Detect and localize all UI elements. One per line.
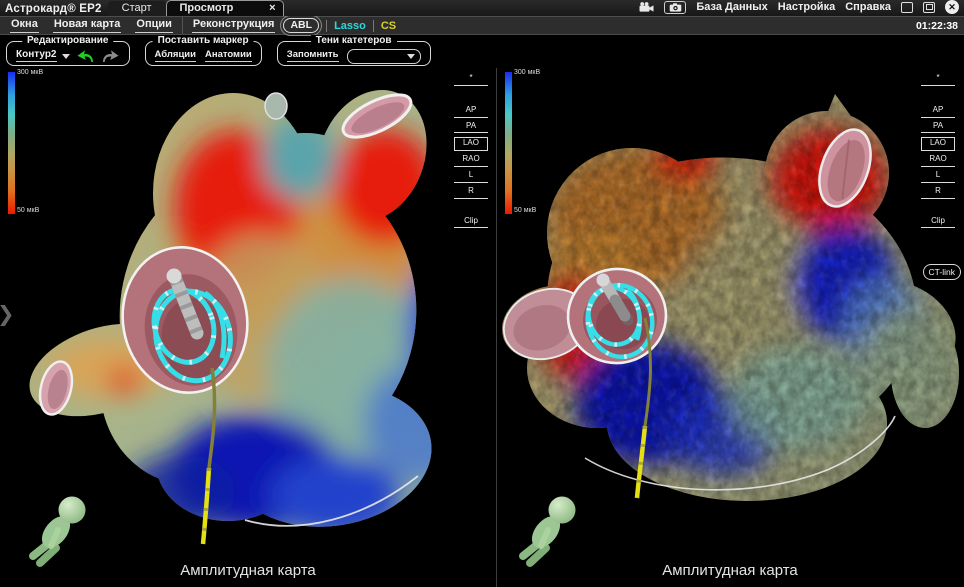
view-button-l[interactable]: L [454, 171, 488, 183]
view-button-lao[interactable]: LAO [921, 137, 955, 151]
view-button-reset[interactable]: * [454, 74, 488, 86]
separator [326, 20, 327, 32]
video-camera-icon[interactable] [639, 2, 654, 12]
orientation-figure [33, 497, 86, 564]
menubar: Окна Новая карта Опции Реконструкция ABL… [0, 16, 964, 35]
view-button-reset[interactable]: * [921, 74, 955, 86]
view-button-pa[interactable]: PA [454, 122, 488, 134]
cs-catheter-label[interactable]: CS [381, 20, 396, 32]
contour-select[interactable]: Контур2 [16, 50, 57, 62]
group-place-marker-title: Поставить маркер [153, 35, 254, 46]
view-button-pa[interactable]: PA [921, 122, 955, 134]
separator [182, 17, 183, 34]
ct-link-button[interactable]: CT-link [923, 264, 961, 280]
undo-icon[interactable] [76, 49, 95, 63]
toolbar: Редактирование Контур2 Поставить маркер … [0, 35, 964, 68]
group-editing: Редактирование Контур2 [6, 41, 130, 66]
close-button[interactable]: ✕ [945, 0, 959, 14]
group-editing-title: Редактирование [22, 35, 113, 46]
menu-database[interactable]: База Данных [696, 1, 767, 13]
lasso-catheter-label[interactable]: Lasso [334, 20, 366, 32]
menu-help[interactable]: Справка [845, 1, 891, 13]
map-area: 300 мкВ 50 мкВ ❯ * AP PA LAO RAO L R Cli… [0, 68, 964, 587]
viewport-right[interactable]: 300 мкВ 50 мкВ * AP PA LAO RAO L R Clip … [497, 68, 963, 587]
view-button-clip[interactable]: Clip [454, 217, 488, 229]
view-button-r[interactable]: R [921, 187, 955, 199]
group-catheter-shadows: Тени катетеров Запомнить [277, 41, 431, 66]
shadow-select[interactable] [347, 49, 421, 64]
tab-view[interactable]: Просмотр × [166, 0, 284, 16]
redo-icon[interactable] [101, 49, 120, 63]
abl-catheter-button[interactable]: ABL [283, 18, 319, 33]
session-clock: 01:22:38 [916, 20, 958, 32]
app-window: Астрокард® EP2 Старт Просмотр × База Дан [0, 0, 964, 587]
scale-max-label: 300 мкВ [514, 69, 540, 76]
maximize-button[interactable] [923, 2, 935, 13]
map-caption-right: Амплитудная карта [497, 562, 963, 579]
map-caption-left: Амплитудная карта [0, 562, 496, 579]
view-button-lao[interactable]: LAO [454, 137, 488, 151]
left-heart-model [0, 68, 496, 587]
view-button-r[interactable]: R [454, 187, 488, 199]
chevron-down-icon[interactable] [62, 54, 70, 59]
group-place-marker: Поставить маркер Абляции Анатомии [145, 41, 262, 66]
titlebar: Астрокард® EP2 Старт Просмотр × База Дан [0, 0, 964, 16]
view-buttons-left: * AP PA LAO RAO L R Clip [451, 74, 491, 232]
panel-expand-icon[interactable]: ❯ [0, 304, 15, 325]
menu-new-map[interactable]: Новая карта [53, 19, 122, 33]
view-button-clip[interactable]: Clip [921, 217, 955, 229]
minimize-button[interactable] [901, 2, 913, 13]
tab-view-label: Просмотр [180, 2, 234, 14]
viewport-left[interactable]: 300 мкВ 50 мкВ ❯ * AP PA LAO RAO L R Cli… [0, 68, 496, 587]
scale-max-label: 300 мкВ [17, 69, 43, 76]
ablation-markers-button[interactable]: Абляции [155, 50, 196, 62]
view-button-l[interactable]: L [921, 171, 955, 183]
view-button-ap[interactable]: AP [454, 106, 488, 118]
menu-options[interactable]: Опции [135, 19, 173, 33]
tab-close-icon[interactable]: × [269, 2, 275, 14]
scale-min-label: 50 мкВ [17, 207, 39, 214]
view-button-ap[interactable]: AP [921, 106, 955, 118]
scale-min-label: 50 мкВ [514, 207, 536, 214]
photo-camera-icon[interactable] [664, 1, 686, 14]
vein-stump [265, 93, 287, 119]
separator [373, 20, 374, 32]
view-button-rao[interactable]: RAO [921, 155, 955, 167]
chevron-down-icon [407, 54, 415, 59]
remember-shadow-button[interactable]: Запомнить [287, 50, 339, 62]
voltage-colorbar [8, 72, 15, 214]
menu-reconstruction[interactable]: Реконструкция [192, 19, 276, 33]
menu-windows[interactable]: Окна [10, 19, 39, 33]
voltage-colorbar [505, 72, 512, 214]
view-buttons-right: * AP PA LAO RAO L R Clip [918, 74, 958, 232]
view-button-rao[interactable]: RAO [454, 155, 488, 167]
anatomy-markers-button[interactable]: Анатомии [205, 50, 252, 62]
group-catheter-shadows-title: Тени катетеров [311, 35, 397, 46]
app-title: Астрокард® EP2 [0, 3, 108, 16]
right-heart-model [497, 68, 963, 587]
tab-start[interactable]: Старт [108, 1, 166, 16]
orientation-figure [523, 497, 576, 564]
menu-settings[interactable]: Настройка [778, 1, 835, 13]
